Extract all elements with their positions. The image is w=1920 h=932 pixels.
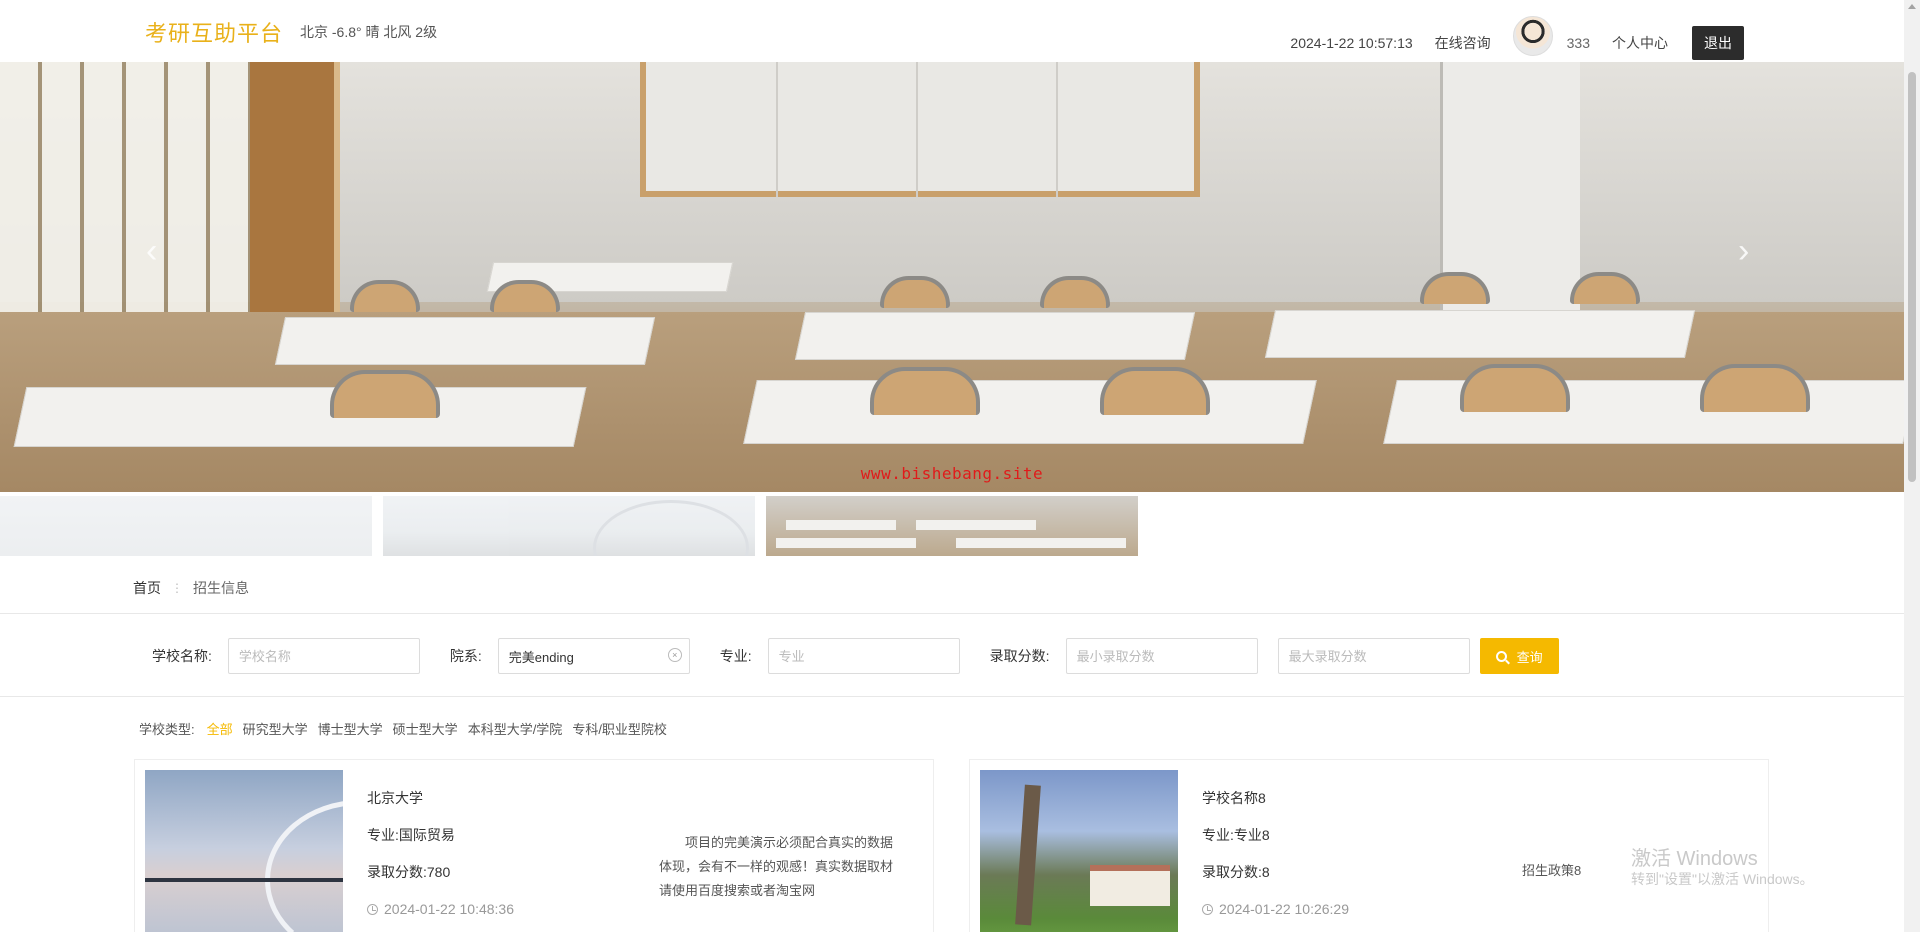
clear-icon[interactable]: × (667, 648, 682, 662)
school-date-row: 2024-01-22 10:26:29 (1202, 891, 1349, 928)
school-card[interactable]: 北京大学 专业:国际贸易 录取分数:780 2024-01-22 10:48:3… (134, 759, 934, 932)
school-likes: 8 (1219, 928, 1227, 932)
type-all[interactable]: 全部 (207, 719, 233, 738)
scroll-up-icon[interactable] (1908, 4, 1916, 9)
search-button-label: 查询 (1516, 649, 1543, 665)
avatar[interactable] (1512, 16, 1553, 56)
school-type-label: 学校类型: (139, 722, 195, 737)
divider (0, 696, 1904, 697)
username: 333 (1566, 35, 1590, 51)
divider (0, 613, 1904, 614)
school-major: 专业:专业8 (1202, 827, 1270, 843)
breadcrumb-current: 招生信息 (193, 580, 249, 596)
major-label: 专业: (719, 648, 752, 664)
school-major: 专业:国际贸易 (367, 827, 455, 843)
school-name: 学校名称8 (1202, 790, 1266, 806)
school-image[interactable] (145, 770, 343, 932)
school-date: 2024-01-22 10:26:29 (1219, 901, 1349, 917)
school-description: 招生政策8 (1522, 863, 1582, 878)
type-undergrad[interactable]: 本科型大学/学院 (468, 719, 563, 738)
scroll-thumb[interactable] (1908, 72, 1916, 482)
dept-label: 院系: (449, 648, 482, 664)
logout-button[interactable]: 退出 (1692, 26, 1744, 60)
school-type-filter: 学校类型: 全部 研究型大学 博士型大学 硕士型大学 本科型大学/学院 专科/职… (139, 719, 677, 738)
windows-activation-title: 激活 Windows (1631, 848, 1758, 870)
search-icon (1495, 650, 1507, 662)
breadcrumb-home[interactable]: 首页 (133, 578, 161, 598)
dept-input[interactable] (497, 638, 690, 674)
school-info: 学校名称8 专业:专业8 录取分数:8 2024-01-22 10:26:29 … (1202, 780, 1349, 932)
school-likes: 0 (384, 928, 392, 932)
school-score: 录取分数:8 (1202, 864, 1270, 880)
search-form: 学校名称: 院系: × 专业: 录取分数: 查询 (152, 638, 1559, 674)
type-vocational[interactable]: 专科/职业型院校 (572, 719, 667, 738)
chevron-left-icon[interactable]: ‹ (146, 232, 157, 271)
school-date-row: 2024-01-22 10:48:36 (367, 891, 514, 928)
type-research[interactable]: 研究型大学 (243, 719, 308, 738)
banner-carousel[interactable]: ‹ › www.bishebang.site (0, 62, 1904, 492)
school-likes-row: ☆ 0 (367, 928, 514, 932)
carousel-thumbnails (0, 496, 1149, 556)
school-name: 北京大学 (367, 790, 423, 806)
min-score-input[interactable] (1065, 638, 1258, 674)
thumbnail-1[interactable] (0, 496, 372, 556)
breadcrumb: 首页 ⋮ 招生信息 (133, 578, 249, 598)
school-name-input[interactable] (227, 638, 420, 674)
school-date: 2024-01-22 10:48:36 (384, 901, 514, 917)
school-info: 北京大学 专业:国际贸易 录取分数:780 2024-01-22 10:48:3… (367, 780, 514, 932)
clock-icon (367, 904, 378, 915)
profile-link[interactable]: 个人中心 (1612, 33, 1668, 53)
windows-activation-hint: 转到"设置"以激活 Windows。 (1631, 871, 1814, 887)
school-score: 录取分数:780 (367, 864, 451, 880)
brand-title[interactable]: 考研互助平台 (145, 16, 283, 48)
school-name-label: 学校名称: (152, 648, 212, 664)
chevron-right-icon[interactable]: › (1738, 232, 1749, 271)
max-score-input[interactable] (1277, 638, 1470, 674)
search-button[interactable]: 查询 (1479, 638, 1559, 674)
site-watermark: www.bishebang.site (860, 464, 1044, 483)
top-header: 考研互助平台 北京 -6.8° 晴 北风 2级 2024-1-22 10:57:… (0, 0, 1904, 62)
school-likes-row: ☆ 8 (1202, 928, 1349, 932)
score-label: 录取分数: (989, 648, 1050, 664)
thumbnail-3[interactable] (766, 496, 1138, 556)
thumbnail-2[interactable] (383, 496, 755, 556)
type-doctoral[interactable]: 博士型大学 (318, 719, 383, 738)
online-consult-link[interactable]: 在线咨询 (1435, 33, 1491, 53)
major-input[interactable] (767, 638, 960, 674)
page-scrollbar[interactable] (1904, 0, 1920, 932)
star-icon: ☆ (1202, 928, 1213, 932)
dept-field: × (497, 638, 690, 674)
clock-icon (1202, 904, 1213, 915)
school-image[interactable] (980, 770, 1178, 932)
breadcrumb-separator-icon: ⋮ (171, 581, 183, 595)
weather-info: 北京 -6.8° 晴 北风 2级 (300, 24, 438, 40)
star-icon: ☆ (367, 928, 378, 932)
school-description: 项目的完美演示必须配合真实的数据 体现，会有不一样的观感！真实数据取材 请使用百… (659, 835, 894, 898)
datetime: 2024-1-22 10:57:13 (1290, 35, 1413, 51)
type-master[interactable]: 硕士型大学 (393, 719, 458, 738)
